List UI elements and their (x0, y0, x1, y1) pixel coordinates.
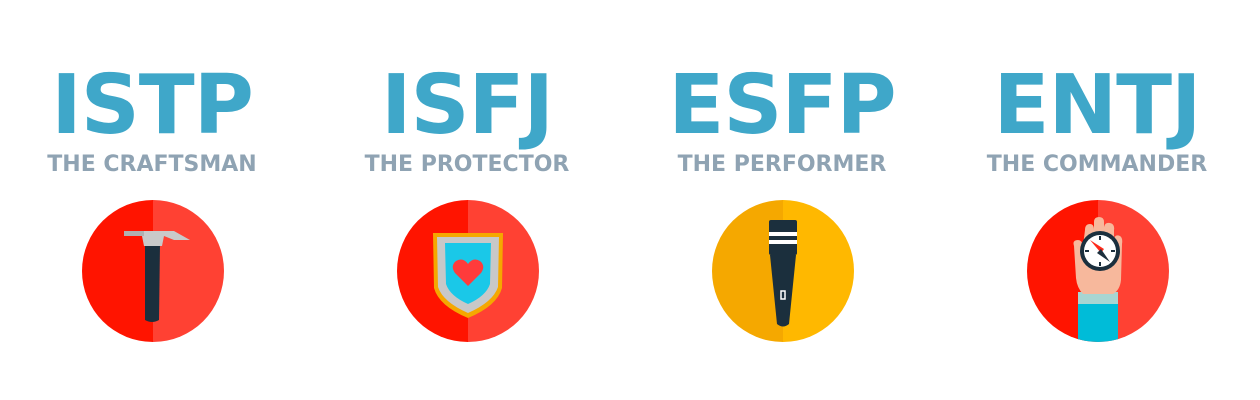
type-card-entj: ENTJ THE COMMANDER (947, 0, 1247, 400)
type-nickname: THE PERFORMER (677, 152, 887, 177)
type-card-esfp: ESFP THE PERFORMER (632, 0, 932, 400)
type-code: ISTP (51, 58, 254, 153)
personality-types-row: ISTP THE CRAFTSMAN ISFJ THE PROTECTOR ES… (0, 0, 1260, 400)
type-code: ISFJ (380, 58, 554, 153)
type-card-istp: ISTP THE CRAFTSMAN (2, 0, 302, 400)
type-code: ESFP (668, 58, 896, 153)
heart-shield-icon (397, 200, 539, 342)
type-nickname: THE PROTECTOR (364, 152, 570, 177)
type-card-isfj: ISFJ THE PROTECTOR (317, 0, 617, 400)
hand-compass-icon (1027, 200, 1169, 342)
type-nickname: THE CRAFTSMAN (47, 152, 257, 177)
microphone-icon (712, 200, 854, 342)
type-code: ENTJ (993, 58, 1201, 153)
hammer-icon (82, 200, 224, 342)
type-nickname: THE COMMANDER (986, 152, 1208, 177)
